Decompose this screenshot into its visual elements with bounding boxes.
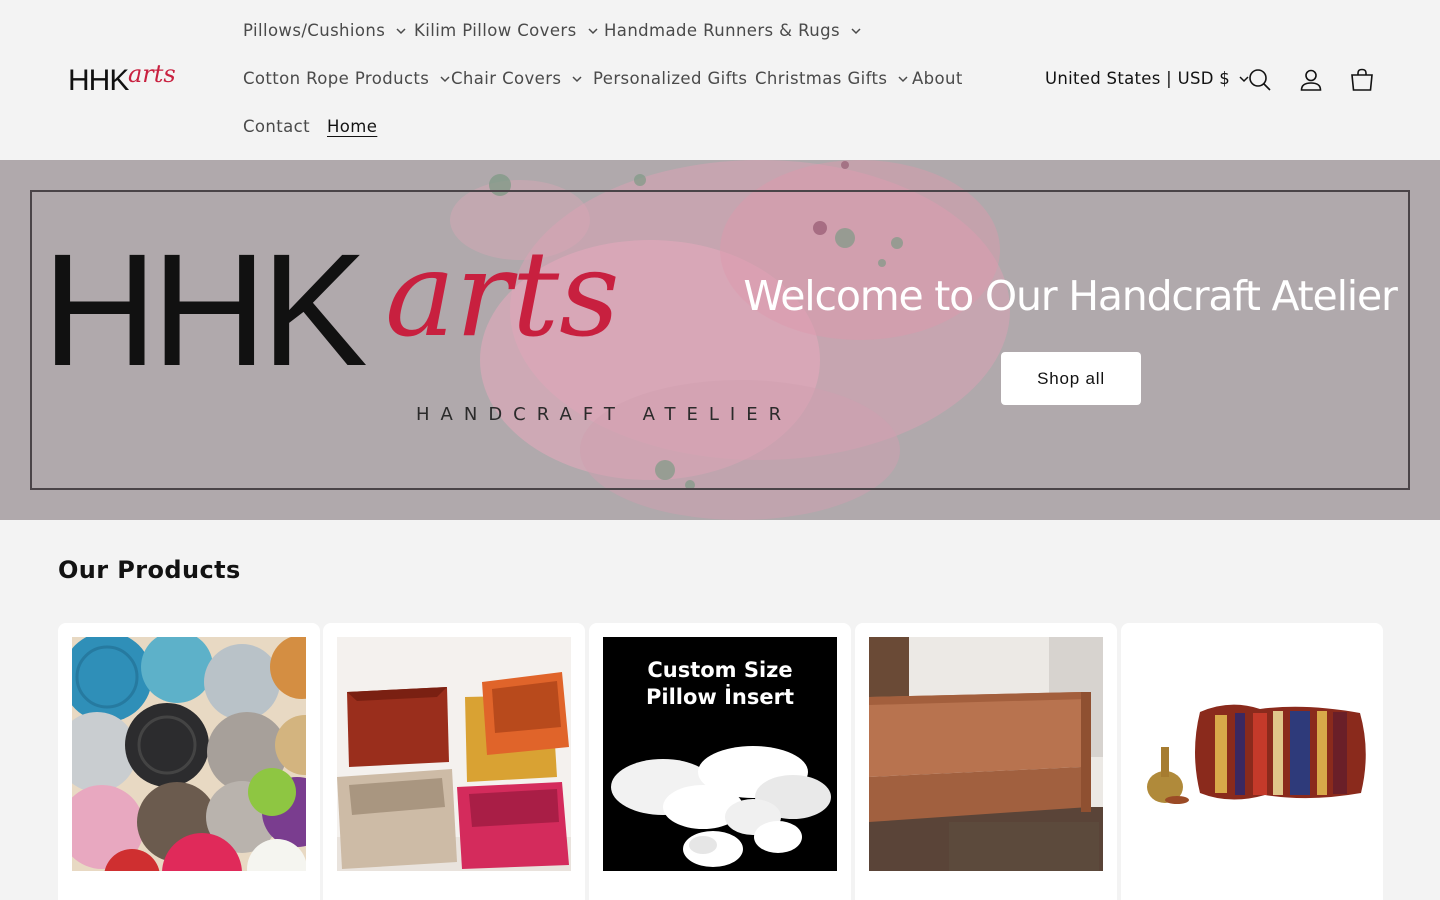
pillow-insert-text-line1: Custom Size — [647, 658, 793, 682]
nav-label: Contact — [243, 117, 310, 136]
nav-label: Christmas Gifts — [755, 69, 888, 88]
nav-home[interactable]: Home — [327, 115, 377, 139]
chevron-down-icon — [587, 25, 599, 37]
product-card[interactable] — [1121, 623, 1383, 900]
site-logo[interactable]: HHK arts — [68, 60, 186, 96]
nav-chair-covers[interactable]: Chair Covers — [451, 67, 583, 91]
banner-logo-dark-text: HHK — [42, 220, 366, 399]
nav-label: Cotton Rope Products — [243, 69, 430, 88]
nav-label: Kilim Pillow Covers — [414, 21, 577, 40]
hhkarts-logo-image: HHK arts — [68, 60, 176, 96]
product-card[interactable] — [58, 623, 320, 900]
cart-icon[interactable] — [1342, 60, 1382, 100]
chevron-down-icon — [571, 73, 583, 85]
product-image-kilim-pillow — [1135, 637, 1369, 871]
nav-personalized-gifts[interactable]: Personalized Gifts — [593, 67, 747, 91]
country-currency-label: United States | USD $ — [1045, 69, 1231, 88]
product-card[interactable] — [855, 623, 1117, 900]
nav-label: About — [912, 69, 963, 88]
pillow-insert-text-line2: Pillow İnsert — [645, 685, 795, 709]
nav-kilim-pillow-covers[interactable]: Kilim Pillow Covers — [414, 19, 599, 43]
nav-label: Personalized Gifts — [593, 69, 748, 88]
hero-heading: Welcome to Our Handcraft Atelier — [743, 272, 1398, 320]
shop-all-button[interactable]: Shop all — [1001, 352, 1141, 405]
hero-banner: HHK arts HANDCRAFT ATELIER Welcome to Ou… — [0, 160, 1440, 520]
chevron-down-icon — [395, 25, 407, 37]
site-header: HHK arts Pillows/Cushions Kilim Pillow C… — [0, 0, 1440, 160]
product-image-pillow-inserts: Custom Size Pillow İnsert — [603, 637, 837, 871]
nav-label: Handmade Runners & Rugs — [604, 21, 840, 40]
hero-banner-image: HHK arts HANDCRAFT ATELIER — [30, 160, 1410, 520]
account-icon[interactable] — [1291, 60, 1331, 100]
chevron-down-icon — [850, 25, 862, 37]
svg-text:HHK: HHK — [68, 64, 129, 96]
product-image-brown-cushion — [869, 637, 1103, 871]
svg-text:arts: arts — [128, 60, 176, 88]
product-card[interactable] — [323, 623, 585, 900]
nav-label: Pillows/Cushions — [243, 21, 386, 40]
nav-label: Chair Covers — [451, 69, 562, 88]
search-icon[interactable] — [1240, 60, 1280, 100]
nav-pillows-cushions[interactable]: Pillows/Cushions — [243, 19, 407, 43]
product-image-rope-coasters — [72, 637, 306, 871]
country-currency-selector[interactable]: United States | USD $ — [1045, 67, 1250, 91]
chevron-down-icon — [897, 73, 909, 85]
banner-tagline: HANDCRAFT ATELIER — [416, 404, 792, 425]
nav-contact[interactable]: Contact — [243, 115, 310, 139]
banner-logo-script-text: arts — [385, 225, 620, 363]
nav-christmas-gifts[interactable]: Christmas Gifts — [755, 67, 909, 91]
section-title: Our Products — [58, 556, 241, 584]
product-card[interactable]: Custom Size Pillow İnsert — [589, 623, 851, 900]
nav-label: Home — [327, 117, 378, 136]
nav-about[interactable]: About — [912, 67, 963, 91]
nav-cotton-rope-products[interactable]: Cotton Rope Products — [243, 67, 451, 91]
chevron-down-icon — [439, 73, 451, 85]
product-image-rope-baskets — [337, 637, 571, 871]
nav-handmade-runners-rugs[interactable]: Handmade Runners & Rugs — [604, 19, 862, 43]
